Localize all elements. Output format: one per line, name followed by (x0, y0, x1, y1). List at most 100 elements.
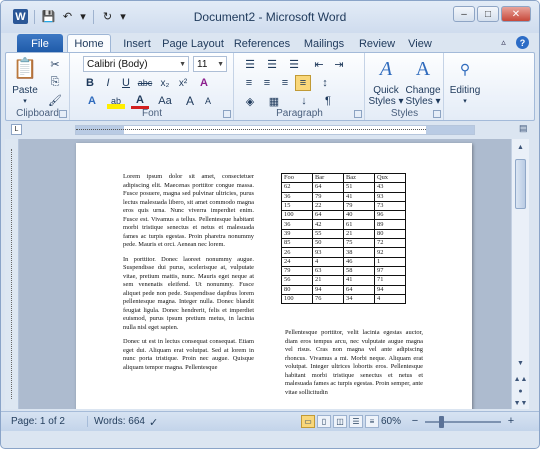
tab-file[interactable]: File (17, 34, 63, 53)
align-right-icon[interactable]: ≡ (277, 75, 293, 91)
table-header-cell[interactable]: Bar (312, 172, 344, 184)
close-button[interactable]: ✕ (501, 6, 531, 22)
table-cell[interactable]: 56 (281, 275, 313, 286)
table-cell[interactable]: 58 (343, 265, 375, 277)
increase-indent-icon[interactable]: ⇥ (331, 56, 347, 72)
text-effects-icon[interactable]: A (83, 93, 101, 109)
line-spacing-icon[interactable]: ↕ (317, 75, 333, 91)
subscript-button[interactable]: x₂ (157, 75, 173, 91)
table-cell[interactable]: 21 (343, 228, 375, 240)
cut-icon[interactable]: ✂ (46, 56, 64, 72)
numbering-icon[interactable]: ☰ (263, 56, 281, 72)
horizontal-ruler[interactable] (75, 125, 475, 135)
table-cell[interactable]: 15 (281, 200, 313, 212)
table-row[interactable]: 62 64 51 43 (281, 182, 406, 193)
table-cell[interactable]: 71 (374, 275, 406, 286)
table-row[interactable]: 100 76 34 4 (281, 293, 406, 305)
table-cell[interactable]: 64 (343, 284, 375, 295)
text-column-1[interactable]: Lorem ipsum dolor sit amet, consectetuer… (123, 173, 254, 378)
multilevel-list-icon[interactable]: ☰ (285, 56, 303, 72)
document-page[interactable]: Lorem ipsum dolor sit amet, consectetuer… (76, 143, 472, 409)
align-left-icon[interactable]: ≡ (241, 75, 257, 91)
center-icon[interactable]: ≡ (259, 75, 275, 91)
draft-icon[interactable]: ≡ (365, 415, 379, 428)
font-color-icon[interactable]: A (131, 93, 149, 109)
table-header-cell[interactable]: Baz (343, 172, 375, 184)
table-cell[interactable]: 93 (374, 191, 406, 202)
table-cell[interactable]: 79 (281, 265, 313, 277)
table-cell[interactable]: 64 (312, 210, 344, 221)
table-row[interactable]: 85 50 75 72 (281, 238, 406, 249)
copy-icon[interactable]: ⎘ (46, 74, 64, 90)
paragraph[interactable]: In porttitor. Donec laoreet nonummy augu… (123, 256, 254, 333)
tab-references[interactable]: References (233, 34, 291, 53)
paragraph[interactable]: Lorem ipsum dolor sit amet, consectetuer… (123, 173, 254, 250)
table-row[interactable]: 39 55 21 80 (281, 228, 406, 240)
zoom-slider[interactable] (425, 416, 501, 428)
table-cell[interactable]: 36 (281, 191, 313, 202)
table-row[interactable]: 100 64 40 96 (281, 210, 406, 221)
help-icon[interactable]: ? (516, 36, 529, 49)
maximize-button[interactable]: □ (477, 6, 499, 22)
zoom-in-icon[interactable]: + (505, 415, 517, 427)
zoom-slider-knob[interactable] (439, 416, 444, 428)
decrease-indent-icon[interactable]: ⇤ (311, 56, 327, 72)
previous-page-icon[interactable]: ▲▲ (514, 373, 528, 385)
font-name-combo[interactable]: Calibri (Body) ▼ (83, 56, 189, 72)
table-cell[interactable]: 38 (343, 247, 375, 258)
borders-icon[interactable]: ▦ (265, 93, 283, 109)
font-launcher-icon[interactable] (223, 110, 231, 118)
table-row[interactable]: 80 94 64 94 (281, 284, 406, 295)
table-cell[interactable]: 94 (312, 284, 344, 295)
table-cell[interactable]: 39 (281, 228, 313, 240)
table-cell[interactable]: 42 (312, 219, 344, 230)
change-styles-button[interactable]: A Change Styles ▾ (404, 55, 442, 108)
text-column-2[interactable]: Pellentesque porttitor, velit lacinia eg… (285, 329, 423, 397)
table-cell[interactable]: 62 (281, 182, 313, 193)
table-cell[interactable]: 93 (312, 247, 344, 258)
table-cell[interactable]: 79 (312, 191, 344, 202)
font-name-dropdown-icon[interactable]: ▼ (179, 61, 186, 68)
table-cell[interactable]: 4 (374, 293, 406, 305)
table-cell[interactable]: 51 (343, 182, 375, 193)
scroll-up-icon[interactable]: ▲ (514, 141, 527, 153)
table-cell[interactable]: 22 (312, 200, 344, 212)
table-cell[interactable]: 80 (374, 228, 406, 240)
table-cell[interactable]: 43 (374, 182, 406, 193)
highlight-icon[interactable]: ab (107, 93, 125, 109)
show-formatting-icon[interactable]: ¶ (319, 93, 337, 109)
table-cell[interactable]: 50 (312, 238, 344, 249)
table-cell[interactable]: 34 (343, 293, 375, 305)
underline-button[interactable]: U (119, 75, 133, 91)
table-cell[interactable]: 72 (374, 238, 406, 249)
data-table[interactable]: Foo Bar Baz Qux 62 64 51 43 36 79 41 93 15 22 79 73 100 6… (281, 172, 406, 305)
table-cell[interactable]: 63 (312, 265, 344, 277)
table-cell[interactable]: 97 (374, 265, 406, 277)
table-header-row[interactable]: Foo Bar Baz Qux (281, 172, 406, 184)
paragraph-launcher-icon[interactable] (354, 110, 362, 118)
zoom-out-icon[interactable]: − (409, 415, 421, 427)
scroll-thumb[interactable] (515, 159, 526, 209)
bullets-icon[interactable]: ☰ (241, 56, 259, 72)
editing-button[interactable]: ⚲ Editing ▾ (445, 55, 485, 107)
tab-selector-icon[interactable]: L (11, 124, 22, 135)
tab-review[interactable]: Review (357, 34, 397, 53)
web-layout-icon[interactable]: ◫ (333, 415, 347, 428)
font-size-dropdown-icon[interactable]: ▼ (217, 61, 224, 68)
justify-icon[interactable]: ≡ (295, 75, 311, 91)
change-case-icon[interactable]: Aa (155, 93, 175, 109)
table-cell[interactable]: 75 (343, 238, 375, 249)
document-area[interactable]: Lorem ipsum dolor sit amet, consectetuer… (5, 139, 511, 409)
table-cell[interactable]: 76 (312, 293, 344, 305)
table-row[interactable]: 36 79 41 93 (281, 191, 406, 202)
styles-launcher-icon[interactable] (433, 110, 441, 118)
table-header-cell[interactable]: Foo (281, 172, 313, 184)
sort-icon[interactable]: ↓ (295, 93, 313, 109)
table-cell[interactable]: 40 (343, 210, 375, 221)
view-ruler-icon[interactable]: ▤ (519, 123, 531, 135)
table-cell[interactable]: 41 (343, 191, 375, 202)
table-row[interactable]: 56 21 41 71 (281, 275, 406, 286)
table-cell[interactable]: 4 (312, 256, 344, 267)
shading-icon[interactable]: ◈ (241, 93, 259, 109)
proofing-icon[interactable]: ✓ (149, 416, 158, 429)
